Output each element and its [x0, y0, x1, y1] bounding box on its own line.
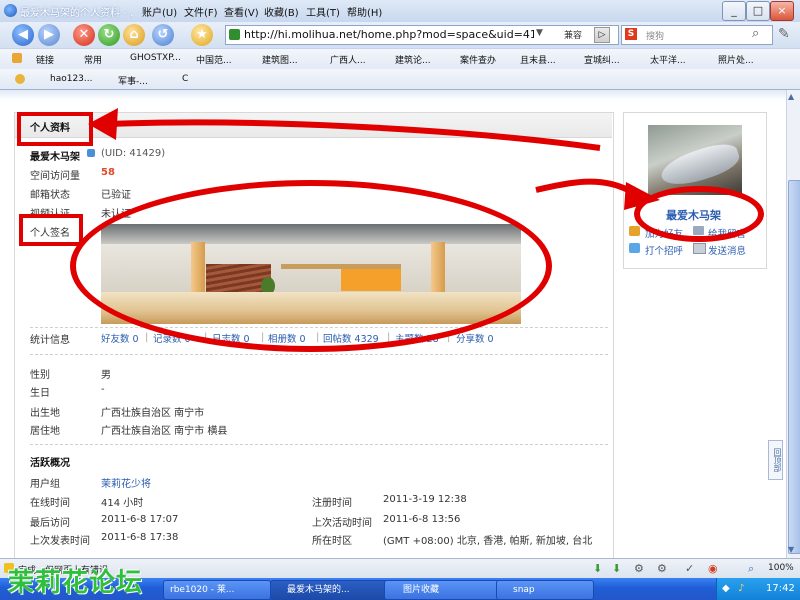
task-snap[interactable]: snap [496, 580, 594, 600]
download-icon[interactable]: ⬇ [593, 562, 602, 575]
task-profile-page[interactable]: 最爱木马架的... [270, 580, 388, 600]
tray-icon[interactable]: ♪ [738, 583, 744, 594]
site-watermark-logo: 茉莉花论坛 [8, 568, 144, 598]
zoom-level[interactable]: 100% [768, 563, 794, 573]
zoom-icon[interactable]: ⌕ [748, 562, 754, 576]
tools-icon[interactable]: ⚙ [634, 562, 644, 575]
settings-icon[interactable]: ⚙ [657, 562, 667, 575]
sync-icon[interactable]: ⬇ [612, 562, 621, 575]
annotation-arrow-right [535, 178, 630, 193]
sogou-icon[interactable]: ◉ [708, 562, 718, 575]
task-image-favorites[interactable]: 图片收藏 [384, 580, 500, 600]
security-icon[interactable]: ✓ [685, 562, 694, 575]
taskbar-clock[interactable]: 17:42 [766, 583, 795, 594]
tray-icon[interactable]: ◆ [722, 583, 730, 594]
annotation-arrowhead-left [88, 108, 118, 140]
task-rbe1020[interactable]: rbe1020 - 莱... [163, 580, 271, 600]
annotation-arrow-left [109, 119, 601, 151]
annotation-arrows [88, 108, 660, 210]
annotation-arrowhead-right [624, 182, 660, 210]
